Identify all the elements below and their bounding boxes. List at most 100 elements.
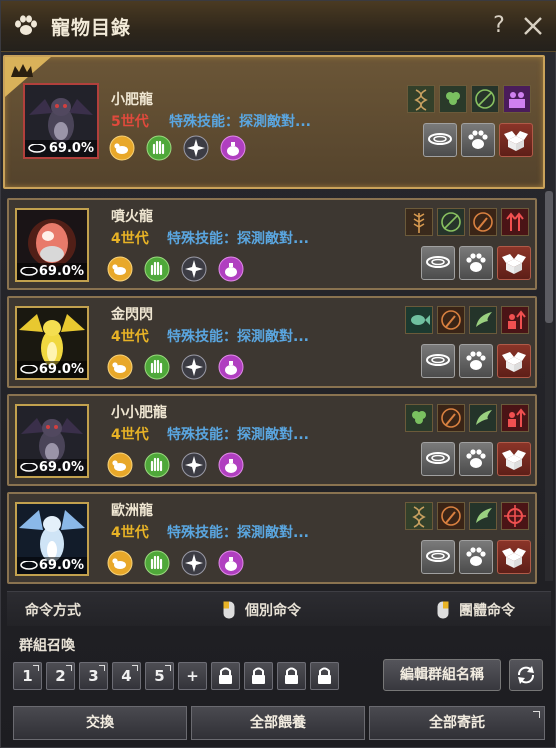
locked-group-slot[interactable]	[310, 662, 339, 690]
release-button[interactable]	[497, 246, 531, 280]
cat-command-icon[interactable]	[109, 135, 135, 161]
compass-command-icon[interactable]	[181, 256, 207, 282]
skill-slot-1[interactable]	[405, 404, 433, 432]
group-slot-5[interactable]: 5	[145, 662, 174, 690]
group-slot-2[interactable]: 2	[46, 662, 75, 690]
sack-command-icon[interactable]	[220, 135, 246, 161]
release-button[interactable]	[497, 442, 531, 476]
skill-slot-3[interactable]	[469, 502, 497, 530]
pet-portrait[interactable]: 69.0%	[23, 83, 99, 159]
skill-slot-2[interactable]	[437, 502, 465, 530]
sack-command-icon[interactable]	[218, 550, 244, 576]
skill-slot-3[interactable]	[469, 404, 497, 432]
release-button[interactable]	[497, 344, 531, 378]
feed-button[interactable]	[421, 442, 455, 476]
pet-special-skill[interactable]: 特殊技能：探測敵對...	[167, 424, 309, 444]
group-slot-number: 4	[121, 667, 132, 685]
skill-slot-4[interactable]	[501, 306, 529, 334]
hand-command-icon[interactable]	[144, 452, 170, 478]
summon-button[interactable]	[459, 246, 493, 280]
sack-command-icon[interactable]	[218, 354, 244, 380]
pet-portrait[interactable]: 69.0%	[15, 502, 89, 576]
skill-slot-1[interactable]	[405, 306, 433, 334]
pet-portrait[interactable]: 69.0%	[15, 208, 89, 282]
feed-all-button[interactable]: 全部餵養	[191, 706, 365, 740]
skill-slot-4[interactable]	[503, 85, 531, 113]
skill-slot-1[interactable]	[405, 208, 433, 236]
skill-slot-2[interactable]	[439, 85, 467, 113]
group-slot-number: 3	[88, 667, 99, 685]
group-slot-number: 5	[154, 667, 165, 685]
pet-card[interactable]: 69.0% 金閃閃 4世代 特殊技能：探測敵對...	[7, 296, 537, 388]
sack-command-icon[interactable]	[218, 452, 244, 478]
summon-button[interactable]	[461, 123, 495, 157]
skill-slot-1[interactable]	[405, 502, 433, 530]
pet-special-skill[interactable]: 特殊技能：探測敵對...	[167, 522, 309, 542]
cat-command-icon[interactable]	[107, 452, 133, 478]
scrollbar[interactable]	[545, 191, 553, 581]
release-button[interactable]	[499, 123, 533, 157]
refresh-button[interactable]	[509, 659, 543, 691]
group-slot-1[interactable]: 1	[13, 662, 42, 690]
deposit-all-button[interactable]: 全部寄託	[369, 706, 545, 740]
hunger-text: 69.0%	[38, 264, 84, 279]
summon-button[interactable]	[459, 442, 493, 476]
cat-command-icon[interactable]	[107, 256, 133, 282]
skill-slot-2[interactable]	[437, 404, 465, 432]
skill-slot-3[interactable]	[469, 208, 497, 236]
pet-special-skill[interactable]: 特殊技能：探測敵對...	[167, 326, 309, 346]
skill-slot-3[interactable]	[469, 306, 497, 334]
cat-command-icon[interactable]	[107, 354, 133, 380]
close-icon[interactable]	[519, 11, 547, 41]
pet-card-lead[interactable]: 69.0% 小肥龍 5世代 特殊技能：探測敵對...	[3, 55, 545, 189]
bowl-icon	[426, 354, 450, 366]
group-slot-4[interactable]: 4	[112, 662, 141, 690]
locked-group-slot[interactable]	[244, 662, 273, 690]
exchange-button[interactable]: 交換	[13, 706, 187, 740]
pet-special-skill[interactable]: 特殊技能：探測敵對...	[167, 228, 309, 248]
sack-command-icon[interactable]	[218, 256, 244, 282]
locked-group-slot[interactable]	[211, 662, 240, 690]
release-button[interactable]	[497, 540, 531, 574]
feed-button[interactable]	[421, 246, 455, 280]
add-group-button[interactable]: +	[178, 662, 207, 690]
skill-slot-2[interactable]	[437, 208, 465, 236]
skill-slot-2[interactable]	[437, 306, 465, 334]
help-button[interactable]: ?	[487, 13, 511, 39]
feed-button[interactable]	[423, 123, 457, 157]
compass-command-icon[interactable]	[183, 135, 209, 161]
edit-group-name-button[interactable]: 編輯群組名稱	[383, 659, 501, 691]
skill-slot-4[interactable]	[501, 404, 529, 432]
scrollbar-thumb[interactable]	[545, 191, 553, 323]
hunger-value: 69.0%	[17, 459, 87, 476]
compass-command-icon[interactable]	[181, 452, 207, 478]
compass-command-icon[interactable]	[181, 354, 207, 380]
group-command-option[interactable]: 團體命令	[459, 600, 515, 620]
feed-button[interactable]	[421, 344, 455, 378]
pet-portrait[interactable]: 69.0%	[15, 404, 89, 478]
skill-slot-4[interactable]	[501, 502, 529, 530]
pet-portrait[interactable]: 69.0%	[15, 306, 89, 380]
feed-button[interactable]	[421, 540, 455, 574]
skill-slot-4[interactable]	[501, 208, 529, 236]
pet-card[interactable]: 69.0% 小小肥龍 4世代 特殊技能：探測敵對...	[7, 394, 537, 486]
cat-command-icon[interactable]	[107, 550, 133, 576]
individual-command-option[interactable]: 個別命令	[245, 600, 301, 620]
compass-command-icon[interactable]	[181, 550, 207, 576]
group-slot-3[interactable]: 3	[79, 662, 108, 690]
hand-command-icon[interactable]	[146, 135, 172, 161]
skill-slot-3[interactable]	[471, 85, 499, 113]
pet-card[interactable]: 69.0% 噴火龍 4世代 特殊技能：探測敵對...	[7, 198, 537, 290]
pet-card[interactable]: 69.0% 歐洲龍 4世代 特殊技能：探測敵對...	[7, 492, 537, 584]
locked-group-slot[interactable]	[277, 662, 306, 690]
summon-button[interactable]	[459, 540, 493, 574]
title-bar[interactable]: 寵物目錄 ?	[1, 1, 556, 52]
hand-command-icon[interactable]	[144, 256, 170, 282]
paw-icon	[15, 15, 37, 35]
hand-command-icon[interactable]	[144, 550, 170, 576]
hand-command-icon[interactable]	[144, 354, 170, 380]
bowl-icon	[28, 144, 46, 153]
summon-button[interactable]	[459, 344, 493, 378]
pet-special-skill[interactable]: 特殊技能：探測敵對...	[169, 111, 311, 131]
skill-slot-1[interactable]	[407, 85, 435, 113]
